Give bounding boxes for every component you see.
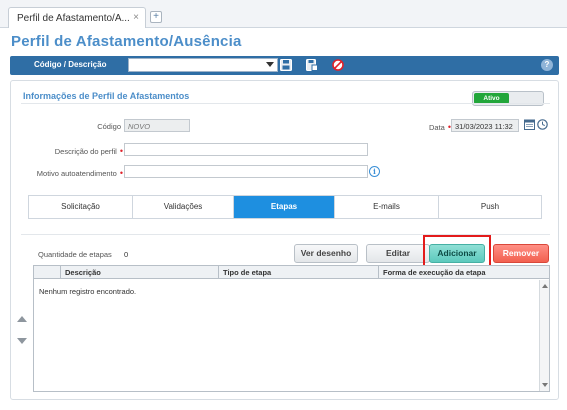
- cancel-icon[interactable]: [332, 59, 344, 71]
- motivo-input[interactable]: [124, 165, 368, 178]
- grid-header-spacer: [34, 266, 60, 279]
- code-description-label: Código / Descrição: [34, 60, 107, 69]
- add-tab-button[interactable]: +: [150, 11, 162, 23]
- grid-header: Descrição Tipo de etapa Forma de execuçã…: [34, 266, 549, 279]
- step-tabs: Solicitação Validações Etapas E-mails Pu…: [28, 195, 542, 219]
- help-icon[interactable]: ?: [541, 59, 553, 71]
- descricao-label: Descrição do perfil •: [54, 146, 123, 156]
- section-divider: [21, 103, 550, 104]
- grid-scrollbar[interactable]: [539, 280, 549, 391]
- tab-perfil-afastamento[interactable]: Perfil de Afastamento/A... ×: [8, 7, 146, 28]
- scroll-up-icon[interactable]: [542, 284, 548, 288]
- tab-etapas[interactable]: Etapas: [234, 196, 335, 218]
- ver-desenho-button[interactable]: Ver desenho: [294, 244, 358, 263]
- quantity-value: 0: [124, 250, 129, 259]
- profile-info-panel: Informações de Perfil de Afastamentos At…: [10, 80, 559, 400]
- column-descricao[interactable]: Descrição: [60, 266, 218, 279]
- section-title: Informações de Perfil de Afastamentos: [23, 91, 190, 101]
- clock-icon[interactable]: [537, 119, 548, 130]
- save-icon[interactable]: [280, 59, 292, 71]
- save-as-icon[interactable]: [306, 59, 318, 71]
- descricao-input[interactable]: [124, 143, 368, 156]
- codigo-field: NOVO: [124, 119, 190, 132]
- tab-validacoes[interactable]: Validações: [133, 196, 234, 218]
- scroll-down-icon[interactable]: [542, 383, 548, 387]
- move-down-icon[interactable]: [17, 338, 27, 344]
- motivo-label: Motivo autoatendimento •: [36, 168, 123, 178]
- remover-button[interactable]: Remover: [493, 244, 549, 263]
- close-icon[interactable]: ×: [133, 12, 139, 23]
- tab-emails[interactable]: E-mails: [335, 196, 439, 218]
- column-tipo-etapa[interactable]: Tipo de etapa: [218, 266, 378, 279]
- steps-grid: Descrição Tipo de etapa Forma de execuçã…: [33, 265, 550, 392]
- editar-button[interactable]: Editar: [366, 244, 430, 263]
- info-icon[interactable]: i: [369, 166, 380, 177]
- data-label: Data •: [429, 122, 451, 132]
- empty-message: Nenhum registro encontrado.: [39, 287, 137, 296]
- tab-strip: Perfil de Afastamento/A... × +: [0, 0, 567, 28]
- column-forma-execucao[interactable]: Forma de execução da etapa: [378, 266, 549, 279]
- tab-label: Perfil de Afastamento/A...: [17, 13, 130, 24]
- tab-push[interactable]: Push: [439, 196, 541, 218]
- page-title: Perfil de Afastamento/Ausência: [11, 33, 242, 50]
- tab-solicitacao[interactable]: Solicitação: [29, 196, 133, 218]
- codigo-label: Código: [97, 122, 121, 131]
- quantity-label: Quantidade de etapas: [38, 250, 112, 259]
- data-field: 31/03/2023 11:32: [451, 119, 519, 132]
- record-toolbar: Código / Descrição ?: [10, 56, 559, 75]
- chevron-down-icon[interactable]: [266, 62, 274, 67]
- move-up-icon[interactable]: [17, 316, 27, 322]
- calendar-icon[interactable]: [524, 119, 535, 130]
- code-description-select[interactable]: [128, 58, 278, 72]
